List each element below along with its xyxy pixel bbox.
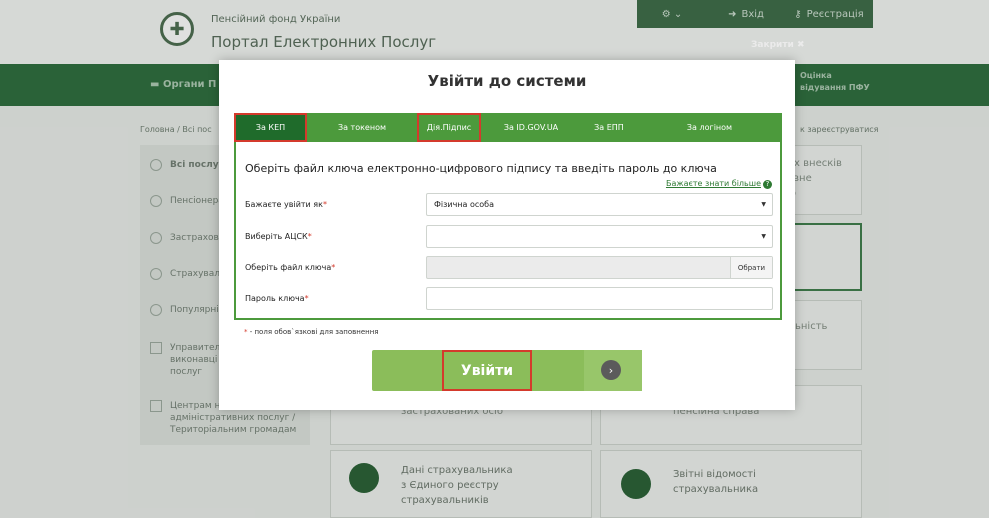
kep-form: Оберіть файл ключа електронно-цифрового … xyxy=(234,142,782,320)
login-method-tabs: За КЕП За токеном Дія.Підпис За ID.GOV.U… xyxy=(234,113,782,142)
login-as-select[interactable]: Фізична особа ▼ xyxy=(426,193,773,216)
modal-title: Увійти до системи xyxy=(427,72,587,90)
learn-more-link[interactable]: Бажаєте знати більше? xyxy=(666,179,772,189)
key-file-input[interactable]: Обрати xyxy=(426,256,773,279)
chevron-right-icon: › xyxy=(601,360,621,380)
tab-token[interactable]: За токеном xyxy=(307,113,417,142)
acsk-label: Виберіть АЦСК* xyxy=(245,232,312,241)
tab-login[interactable]: За логіном xyxy=(637,113,782,142)
caret-down-icon: ▼ xyxy=(761,201,766,208)
login-modal: Увійти до системи За КЕП За токеном Дія.… xyxy=(219,60,795,410)
question-icon: ? xyxy=(763,180,772,189)
learn-more-label: Бажаєте знати більше xyxy=(665,179,761,188)
browse-button[interactable]: Обрати xyxy=(730,257,772,278)
password-label: Пароль ключа* xyxy=(245,294,309,303)
form-heading: Оберіть файл ключа електронно-цифрового … xyxy=(245,162,717,175)
tab-id-gov-ua[interactable]: За ID.GOV.UA xyxy=(481,113,581,142)
key-file-label: Оберіть файл ключа* xyxy=(245,263,336,272)
required-note: * - поля обов`язкові для заповнення xyxy=(244,328,379,336)
tab-epp[interactable]: За ЕПП xyxy=(581,113,637,142)
submit-login-label: Увійти xyxy=(442,350,532,391)
tab-diia-pidpys[interactable]: Дія.Підпис xyxy=(417,113,481,142)
page: ✚ Пенсійний фонд України Портал Електрон… xyxy=(0,0,989,518)
caret-down-icon: ▼ xyxy=(761,233,766,240)
password-input[interactable] xyxy=(426,287,773,310)
acsk-select[interactable]: ▼ xyxy=(426,225,773,248)
login-as-value: Фізична особа xyxy=(434,200,494,209)
login-as-label: Бажаєте увійти як* xyxy=(245,200,327,209)
tab-kep[interactable]: За КЕП xyxy=(234,113,307,142)
submit-login-button[interactable]: Увійти › xyxy=(372,350,642,391)
